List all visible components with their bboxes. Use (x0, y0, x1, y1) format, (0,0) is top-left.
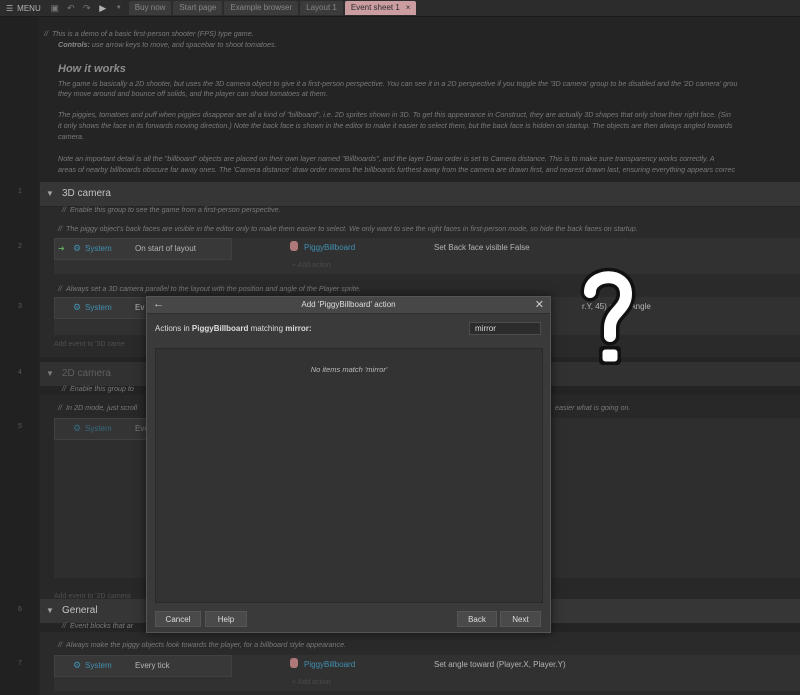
next-button[interactable]: Next (500, 611, 541, 627)
cancel-button[interactable]: Cancel (155, 611, 201, 627)
action-list[interactable]: No items match 'mirror' (155, 348, 543, 603)
close-icon[interactable]: ✕ (535, 298, 544, 311)
dialog-title: Add 'PiggyBillboard' action (301, 300, 396, 309)
back-button[interactable]: Back (457, 611, 497, 627)
add-action-dialog: ← Add 'PiggyBillboard' action ✕ Actions … (146, 296, 551, 633)
dialog-caption: Actions in PiggyBillboard matching mirro… (155, 324, 312, 333)
dialog-titlebar: ← Add 'PiggyBillboard' action ✕ (147, 297, 550, 314)
help-button[interactable]: Help (205, 611, 247, 627)
search-input[interactable] (469, 322, 541, 335)
empty-message: No items match 'mirror' (310, 365, 388, 374)
question-mark-icon (580, 267, 636, 365)
